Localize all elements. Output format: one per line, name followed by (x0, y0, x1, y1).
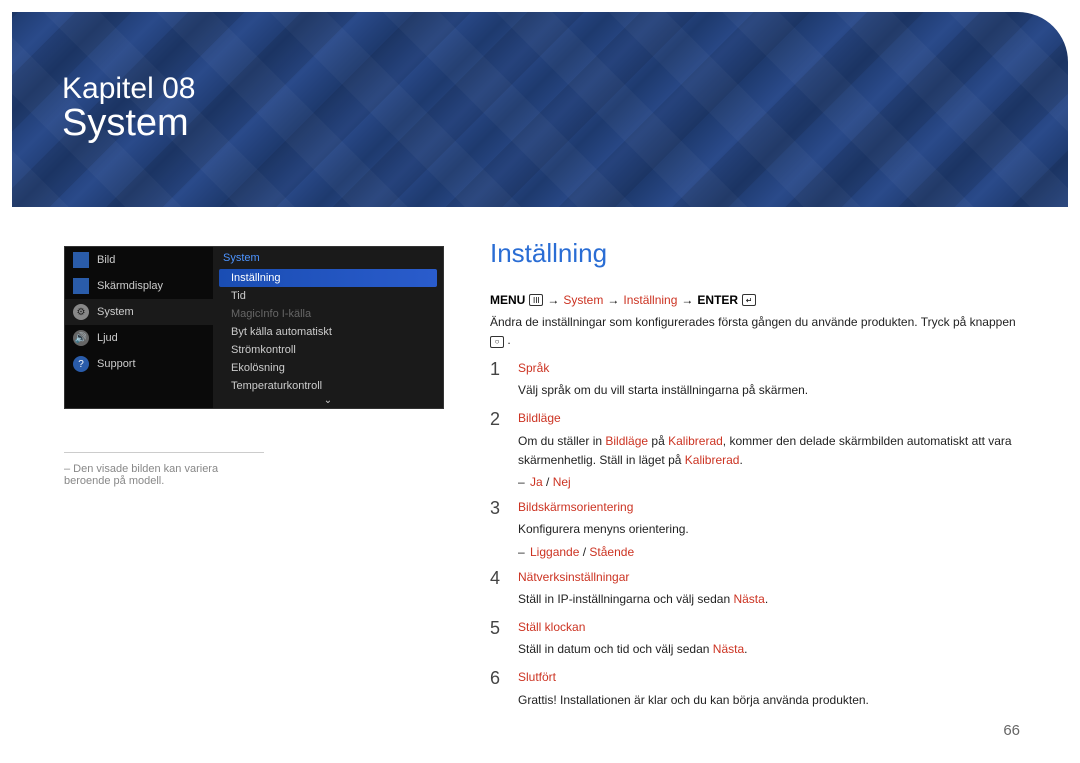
tv-panel-item: Byt källa automatiskt (213, 323, 443, 341)
step-desc: Konfigurera menyns orientering. (518, 520, 1020, 539)
step-desc: Ställ in datum och tid och välj sedan Nä… (518, 640, 1020, 659)
gear-icon: ⚙ (73, 304, 89, 320)
step-title: Ställ klockan (518, 618, 1020, 637)
tv-sidebar-item-bild: Bild (65, 247, 213, 273)
tv-panel: System Inställning Tid MagicInfo I-källa… (213, 247, 443, 408)
tv-menu-screenshot: Bild Skärmdisplay ⚙ System 🔊 Ljud ? Supp… (64, 246, 444, 409)
step-2: 2 Bildläge Om du ställer in Bildläge på … (490, 409, 1020, 492)
picture-icon (73, 252, 89, 268)
menu-icon: III (529, 294, 543, 306)
button-icon: ○ (490, 336, 504, 348)
step-3: 3 Bildskärmsorientering Konfigurera meny… (490, 498, 1020, 562)
tv-panel-item: Ekolösning (213, 359, 443, 377)
step-5: 5 Ställ klockan Ställ in datum och tid o… (490, 618, 1020, 662)
page-number: 66 (1003, 722, 1020, 739)
step-number: 3 (490, 498, 502, 562)
step-6: 6 Slutfört Grattis! Installationen är kl… (490, 668, 1020, 712)
arrow-icon: → (547, 293, 559, 307)
tv-panel-header: System (213, 247, 443, 269)
tv-sidebar-item-system: ⚙ System (65, 299, 213, 325)
hero-text: Kapitel 08 System (62, 72, 195, 145)
tv-panel-item: Inställning (219, 269, 437, 287)
intro-text: Ändra de inställningar som konfigurerade… (490, 313, 1020, 349)
path-system: System (563, 293, 603, 307)
step-body: Slutfört Grattis! Installationen är klar… (518, 668, 1020, 712)
display-icon (73, 278, 89, 294)
menu-path: MENU III → System → Inställning → ENTER … (490, 293, 1020, 307)
help-icon: ? (73, 356, 89, 372)
step-desc: Om du ställer in Bildläge på Kalibrerad,… (518, 432, 1020, 470)
step-body: Bildläge Om du ställer in Bildläge på Ka… (518, 409, 1020, 492)
chevron-down-icon: ⌄ (324, 395, 332, 406)
steps-list: 1 Språk Välj språk om du vill starta ins… (490, 359, 1020, 713)
step-number: 4 (490, 568, 502, 612)
step-desc: Ställ in IP-inställningarna och välj sed… (518, 590, 1020, 609)
tv-sidebar-item-ljud: 🔊 Ljud (65, 325, 213, 351)
step-1: 1 Språk Välj språk om du vill starta ins… (490, 359, 1020, 403)
enter-label: ENTER (697, 293, 738, 307)
step-title: Språk (518, 359, 1020, 378)
tv-sidebar-item-support: ? Support (65, 351, 213, 377)
step-options: Liggande / Stående (530, 543, 1020, 562)
step-title: Slutfört (518, 668, 1020, 687)
image-caption: – Den visade bilden kan variera beroende… (64, 452, 264, 487)
enter-icon: ↵ (742, 294, 756, 306)
arrow-icon: → (607, 293, 619, 307)
tv-sidebar-item-skarmdisplay: Skärmdisplay (65, 273, 213, 299)
tv-panel-item: MagicInfo I-källa (213, 305, 443, 323)
sound-icon: 🔊 (73, 330, 89, 346)
step-number: 1 (490, 359, 502, 403)
step-number: 5 (490, 618, 502, 662)
step-number: 6 (490, 668, 502, 712)
step-body: Ställ klockan Ställ in datum och tid och… (518, 618, 1020, 662)
step-4: 4 Nätverksinställningar Ställ in IP-inst… (490, 568, 1020, 612)
tv-panel-item: Strömkontroll (213, 341, 443, 359)
step-title: Bildskärmsorientering (518, 498, 1020, 517)
tv-sidebar: Bild Skärmdisplay ⚙ System 🔊 Ljud ? Supp… (65, 247, 213, 408)
step-title: Bildläge (518, 409, 1020, 428)
step-desc: Grattis! Installationen är klar och du k… (518, 691, 1020, 710)
step-body: Bildskärmsorientering Konfigurera menyns… (518, 498, 1020, 562)
step-number: 2 (490, 409, 502, 492)
step-title: Nätverksinställningar (518, 568, 1020, 587)
chapter-title: System (62, 102, 195, 145)
section-title: Inställning (490, 238, 1020, 269)
path-setup: Inställning (623, 293, 677, 307)
hero-banner: Kapitel 08 System (12, 12, 1068, 207)
arrow-icon: → (681, 293, 693, 307)
step-options: Ja / Nej (530, 473, 1020, 492)
chapter-label: Kapitel 08 (62, 72, 195, 106)
tv-panel-item: Temperaturkontroll (213, 377, 443, 395)
menu-label: MENU (490, 293, 525, 307)
step-desc: Välj språk om du vill starta inställning… (518, 381, 1020, 400)
step-body: Nätverksinställningar Ställ in IP-instäl… (518, 568, 1020, 612)
main-content: Inställning MENU III → System → Inställn… (490, 238, 1020, 719)
tv-panel-item: Tid (213, 287, 443, 305)
step-body: Språk Välj språk om du vill starta instä… (518, 359, 1020, 403)
